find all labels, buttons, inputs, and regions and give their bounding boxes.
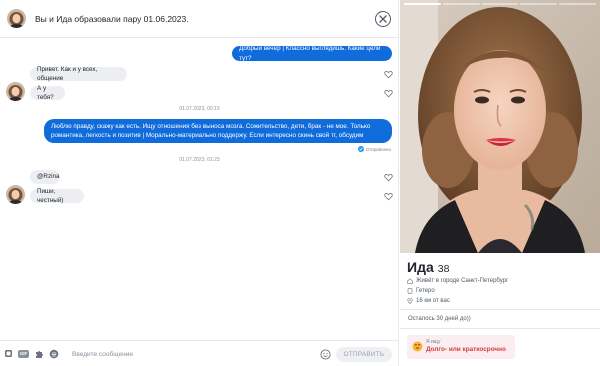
heart-outline-icon	[384, 192, 393, 201]
message-bubble-outgoing[interactable]: Добрый вечер | Классно выглядишь. Какие …	[232, 45, 392, 62]
match-avatar[interactable]	[7, 9, 26, 28]
profile-distance: 16 км от вас	[407, 298, 450, 304]
message-composer: GIF ОТПРАВИТЬ	[0, 340, 399, 366]
like-message-button[interactable]	[384, 173, 393, 182]
profile-city: Живёт в городе Санкт-Петербург	[407, 278, 508, 284]
check-circle-icon	[357, 146, 364, 152]
message-bubble-outgoing[interactable]: Люблю правду, скажу как есть. Ищу отноше…	[44, 119, 392, 143]
message-list[interactable]: Добрый вечер | Классно выглядишь. Какие …	[0, 38, 399, 340]
looking-for-label: Я ищу	[426, 339, 441, 345]
emoji-button[interactable]	[320, 349, 331, 360]
divider	[400, 309, 600, 310]
media-button[interactable]	[33, 348, 44, 359]
puzzle-icon	[35, 350, 43, 358]
send-button[interactable]: ОТПРАВИТЬ	[336, 347, 392, 362]
heart-outline-icon	[384, 173, 393, 182]
profile-panel: Ида 38 Живёт в городе Санкт-Петербург Ге…	[400, 0, 600, 366]
match-date-title: Вы и Ида образовали пару 01.06.2023.	[35, 13, 189, 24]
photo-progress	[404, 3, 596, 5]
gender-icon	[407, 288, 413, 294]
profile-photo[interactable]	[400, 0, 600, 253]
looking-for-card: Я ищу Долго- или краткосрочно	[407, 335, 515, 359]
close-circle-icon	[379, 15, 387, 23]
home-icon	[407, 278, 413, 284]
divider	[400, 328, 600, 329]
message-text: @Rzina	[37, 173, 60, 181]
message-bubble-incoming[interactable]: @Rzina	[30, 170, 60, 184]
match-avatar[interactable]	[6, 185, 25, 204]
like-message-button[interactable]	[384, 192, 393, 201]
like-message-button[interactable]	[384, 70, 393, 79]
message-bubble-incoming[interactable]: Привет. Как и у всех, общение	[30, 65, 127, 83]
message-input[interactable]	[72, 349, 302, 360]
message-text: А у тебя?	[37, 84, 54, 102]
message-timestamp: 01.07.2023, 01:23	[179, 157, 220, 163]
smiley-icon	[320, 349, 331, 360]
location-pin-icon	[407, 298, 413, 304]
chat-header: Вы и Ида образовали пару 01.06.2023.	[0, 0, 399, 38]
message-bubble-incoming[interactable]: А у тебя?	[30, 84, 65, 102]
city-text: Живёт в городе Санкт-Петербург	[416, 278, 509, 284]
match-avatar[interactable]	[6, 82, 25, 101]
music-icon	[49, 349, 58, 358]
heart-outline-icon	[384, 89, 393, 98]
music-button[interactable]	[48, 348, 59, 359]
message-text: Пиши, честный)	[37, 187, 64, 205]
profile-name: Ида	[407, 259, 434, 275]
chat-panel: Вы и Ида образовали пару 01.06.2023. Доб…	[0, 0, 399, 366]
message-text-line: романтика, легкость и позитив | Морально…	[51, 132, 364, 139]
heart-outline-icon	[384, 70, 393, 79]
message-bubble-incoming[interactable]: Пиши, честный)	[30, 187, 84, 205]
sent-label: Отправлено	[365, 146, 391, 152]
sticker-icon	[5, 350, 12, 357]
heart-eyes-emoji-icon	[412, 341, 423, 352]
sticker-button[interactable]	[3, 348, 14, 359]
profile-age: 38	[437, 263, 450, 275]
like-message-button[interactable]	[384, 89, 393, 98]
message-text-line: Люблю правду, скажу как есть. Ищу отноше…	[51, 122, 371, 130]
distance-text: 16 км от вас	[416, 298, 450, 304]
message-sent-status: Отправлено	[357, 146, 391, 152]
message-text: Добрый вечер | Классно выглядишь. Какие …	[239, 45, 381, 62]
profile-name-row: Ида 38	[407, 259, 449, 275]
looking-for-value: Долго- или краткосрочно	[426, 346, 506, 353]
close-chat-button[interactable]	[375, 11, 391, 27]
message-text: Привет. Как и у всех, общение	[37, 65, 98, 83]
message-timestamp: 01.07.2023, 00:19	[179, 106, 220, 112]
gif-icon: GIF	[18, 349, 29, 358]
gif-button[interactable]: GIF	[18, 348, 29, 359]
match-time-left: Осталось 30 дней до))	[408, 316, 471, 322]
orientation-text: Гетеро	[416, 288, 435, 294]
profile-orientation: Гетеро	[407, 288, 435, 294]
